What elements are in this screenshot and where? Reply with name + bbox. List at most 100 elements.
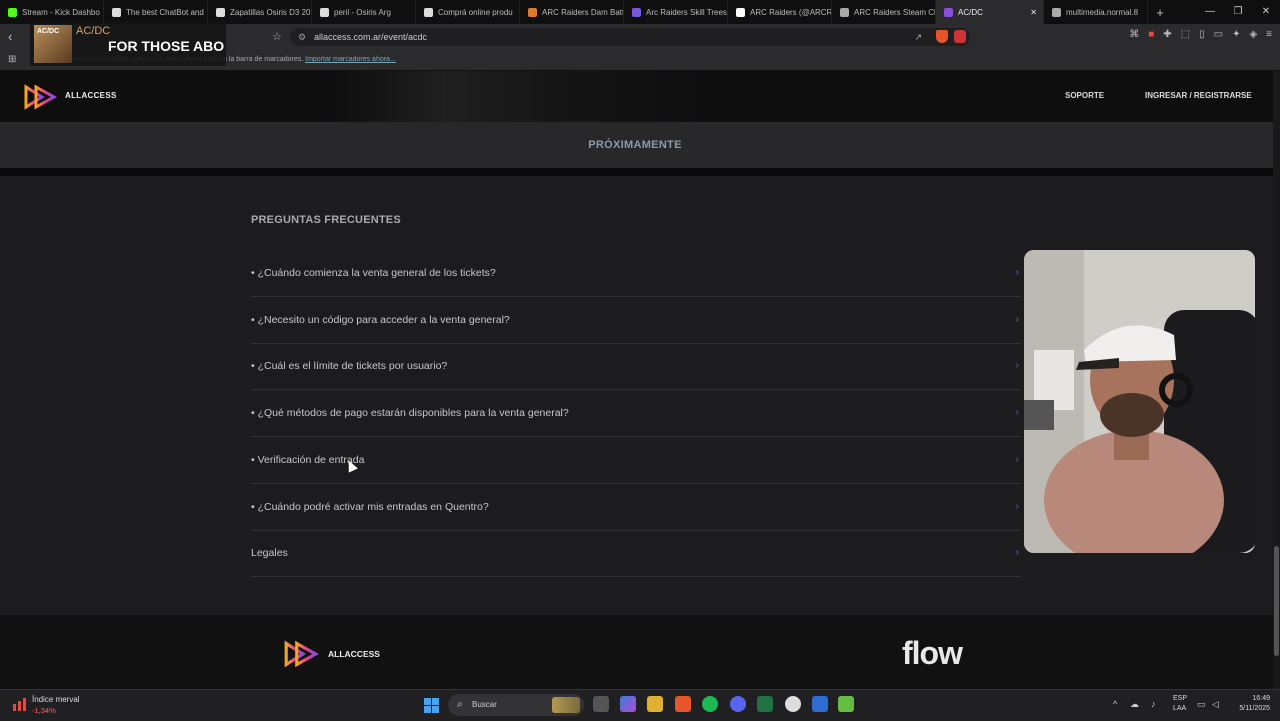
clock-time[interactable]: 16:49	[1238, 695, 1270, 702]
file-explorer-icon[interactable]	[647, 696, 663, 712]
chevron-right-icon[interactable]: ›	[1016, 547, 1019, 558]
back-icon[interactable]: ‹	[8, 29, 12, 44]
scrollbar-thumb[interactable]	[1274, 546, 1279, 656]
browser-tab[interactable]: ARC Raiders Steam Ch	[832, 0, 936, 24]
logo-text[interactable]: ALLACCESS	[65, 91, 117, 100]
volume-icon[interactable]: ◁	[1212, 699, 1219, 710]
browser-tab[interactable]: peril - Osiris Arg	[312, 0, 416, 24]
minimize-icon[interactable]: —	[1196, 0, 1224, 24]
faq-item[interactable]: • ¿Necesito un código para acceder a la …	[251, 298, 1021, 344]
discord-icon[interactable]	[730, 696, 746, 712]
tab-label: Zapatillas Osiris D3 20	[230, 7, 311, 17]
clock-date[interactable]: 5/11/2025	[1226, 705, 1270, 712]
maximize-icon[interactable]: ❐	[1224, 0, 1252, 24]
chrome-icon[interactable]	[785, 696, 801, 712]
wallet-icon[interactable]: ▭	[1214, 29, 1223, 40]
faq-question: • ¿Cuál es el límite de tickets por usua…	[251, 360, 448, 373]
stock-widget-icon[interactable]	[12, 696, 28, 712]
chevron-right-icon[interactable]: ›	[1016, 454, 1019, 465]
browser-tab[interactable]: Arc Raiders Skill Trees	[624, 0, 728, 24]
bookmark-icon[interactable]: ☆	[272, 30, 282, 43]
site-footer: ALLACCESS flow	[0, 615, 1273, 689]
faq-item[interactable]: Legales ›	[251, 531, 1021, 578]
faq-question: Legales	[251, 547, 288, 560]
hero-image-strip	[330, 71, 710, 122]
footer-allaccess-logo-icon[interactable]	[282, 639, 322, 669]
browser-tab[interactable]: AC/DC ✕	[936, 0, 1044, 24]
chevron-right-icon[interactable]: ›	[1016, 314, 1019, 325]
close-tab-icon[interactable]: ✕	[1030, 8, 1037, 17]
close-window-icon[interactable]: ✕	[1252, 0, 1280, 24]
apps-grid-icon[interactable]: ⊞	[8, 50, 16, 70]
tab-label: multimedia.normal.8	[1066, 7, 1139, 17]
tab-favicon-icon	[1052, 7, 1061, 17]
chevron-right-icon[interactable]: ›	[1016, 360, 1019, 371]
album-cover: AC/DC	[34, 25, 72, 63]
tab-favicon-icon	[424, 7, 433, 17]
red-extension-icon[interactable]: ■	[1148, 29, 1154, 40]
browser-tab[interactable]: multimedia.normal.8	[1044, 0, 1148, 24]
chevron-right-icon[interactable]: ›	[1016, 407, 1019, 418]
import-bookmarks-link[interactable]: Importar marcadores ahora...	[305, 56, 396, 63]
language-bottom[interactable]: LAA	[1173, 705, 1186, 712]
partner-logo[interactable]: flow	[902, 635, 963, 672]
nav-login-link[interactable]: INGRESAR / REGISTRARSE	[1145, 91, 1252, 100]
onedrive-icon[interactable]: ☁	[1130, 699, 1139, 710]
leo-ai-icon[interactable]: ✦	[1232, 29, 1240, 40]
copilot-icon[interactable]	[620, 696, 636, 712]
tray-chevron-icon[interactable]: ^	[1113, 699, 1117, 709]
address-bar[interactable]: ⚙ allaccess.com.ar/event/acdc ↗	[290, 28, 970, 46]
spotify-icon[interactable]	[702, 696, 718, 712]
downloads-icon[interactable]: ⬚	[1181, 29, 1190, 40]
gamepad-extension-icon[interactable]: ⌘	[1129, 29, 1139, 40]
site-info-icon[interactable]: ⚙	[298, 28, 306, 46]
network-icon[interactable]: ▭	[1197, 699, 1206, 710]
allaccess-logo-icon[interactable]	[22, 83, 60, 111]
puzzle-extensions-icon[interactable]: ✚	[1163, 29, 1171, 40]
now-playing-overlay: AC/DC AC/DC FOR THOSE ABO	[30, 22, 226, 66]
browser-tab[interactable]: Zapatillas Osiris D3 20	[208, 0, 312, 24]
chevron-right-icon[interactable]: ›	[1016, 267, 1019, 278]
tab-favicon-icon	[8, 7, 17, 17]
webcam-overlay	[1024, 250, 1255, 553]
share-icon[interactable]: ↗	[914, 28, 922, 46]
nav-support-link[interactable]: SOPORTE	[1065, 91, 1104, 100]
app-window-icon[interactable]	[812, 696, 828, 712]
faq-item[interactable]: • ¿Cuándo podré activar mis entradas en …	[251, 485, 1021, 531]
browser-tab[interactable]: ARC Raiders Dam Batt	[520, 0, 624, 24]
search-icon: ⌕	[457, 699, 463, 710]
chevron-right-icon[interactable]: ›	[1016, 501, 1019, 512]
tab-label: peril - Osiris Arg	[334, 7, 391, 17]
language-top[interactable]: ESP	[1173, 695, 1187, 702]
sidebar-icon[interactable]: ▯	[1199, 29, 1205, 40]
faq-item[interactable]: • Verificación de entrada ›	[251, 438, 1021, 484]
url-text: allaccess.com.ar/event/acdc	[314, 32, 428, 42]
tab-favicon-icon	[216, 7, 225, 17]
menu-icon[interactable]: ≡	[1266, 29, 1272, 40]
page-scrollbar[interactable]	[1273, 71, 1280, 689]
task-view-icon[interactable]	[593, 696, 609, 712]
browser-tab[interactable]: Comprá online produ	[416, 0, 520, 24]
taskbar-search[interactable]: ⌕ Buscar	[448, 694, 584, 716]
windows-start-icon[interactable]	[424, 698, 439, 713]
brave-shields-icon[interactable]	[936, 30, 948, 43]
tab-label: The best ChatBot and	[126, 7, 204, 17]
coming-soon-text: PRÓXIMAMENTE	[588, 139, 682, 151]
faq-item[interactable]: • ¿Qué métodos de pago estarán disponibl…	[251, 391, 1021, 438]
faq-item[interactable]: • ¿Cuándo comienza la venta general de l…	[251, 251, 1021, 297]
browser-tab[interactable]: The best ChatBot and	[104, 0, 208, 24]
app-tool-icon[interactable]	[838, 696, 854, 712]
brave-rewards-icon[interactable]	[954, 30, 966, 43]
vpn-icon[interactable]: ◈	[1249, 29, 1257, 40]
new-tab-button[interactable]: +	[1148, 5, 1172, 20]
stock-widget-change: -1,34%	[32, 706, 56, 715]
stock-widget-name[interactable]: Índice merval	[32, 695, 80, 704]
faq-item[interactable]: • ¿Cuál es el límite de tickets por usua…	[251, 344, 1021, 391]
brave-browser-icon[interactable]	[675, 696, 691, 712]
microphone-icon[interactable]: ♪	[1151, 699, 1156, 709]
faq-title: PREGUNTAS FRECUENTES	[251, 214, 401, 226]
browser-tab[interactable]: Stream - Kick Dashbo	[0, 0, 104, 24]
excel-icon[interactable]	[757, 696, 773, 712]
browser-tab[interactable]: ARC Raiders (@ARCRa	[728, 0, 832, 24]
divider	[0, 168, 1273, 176]
